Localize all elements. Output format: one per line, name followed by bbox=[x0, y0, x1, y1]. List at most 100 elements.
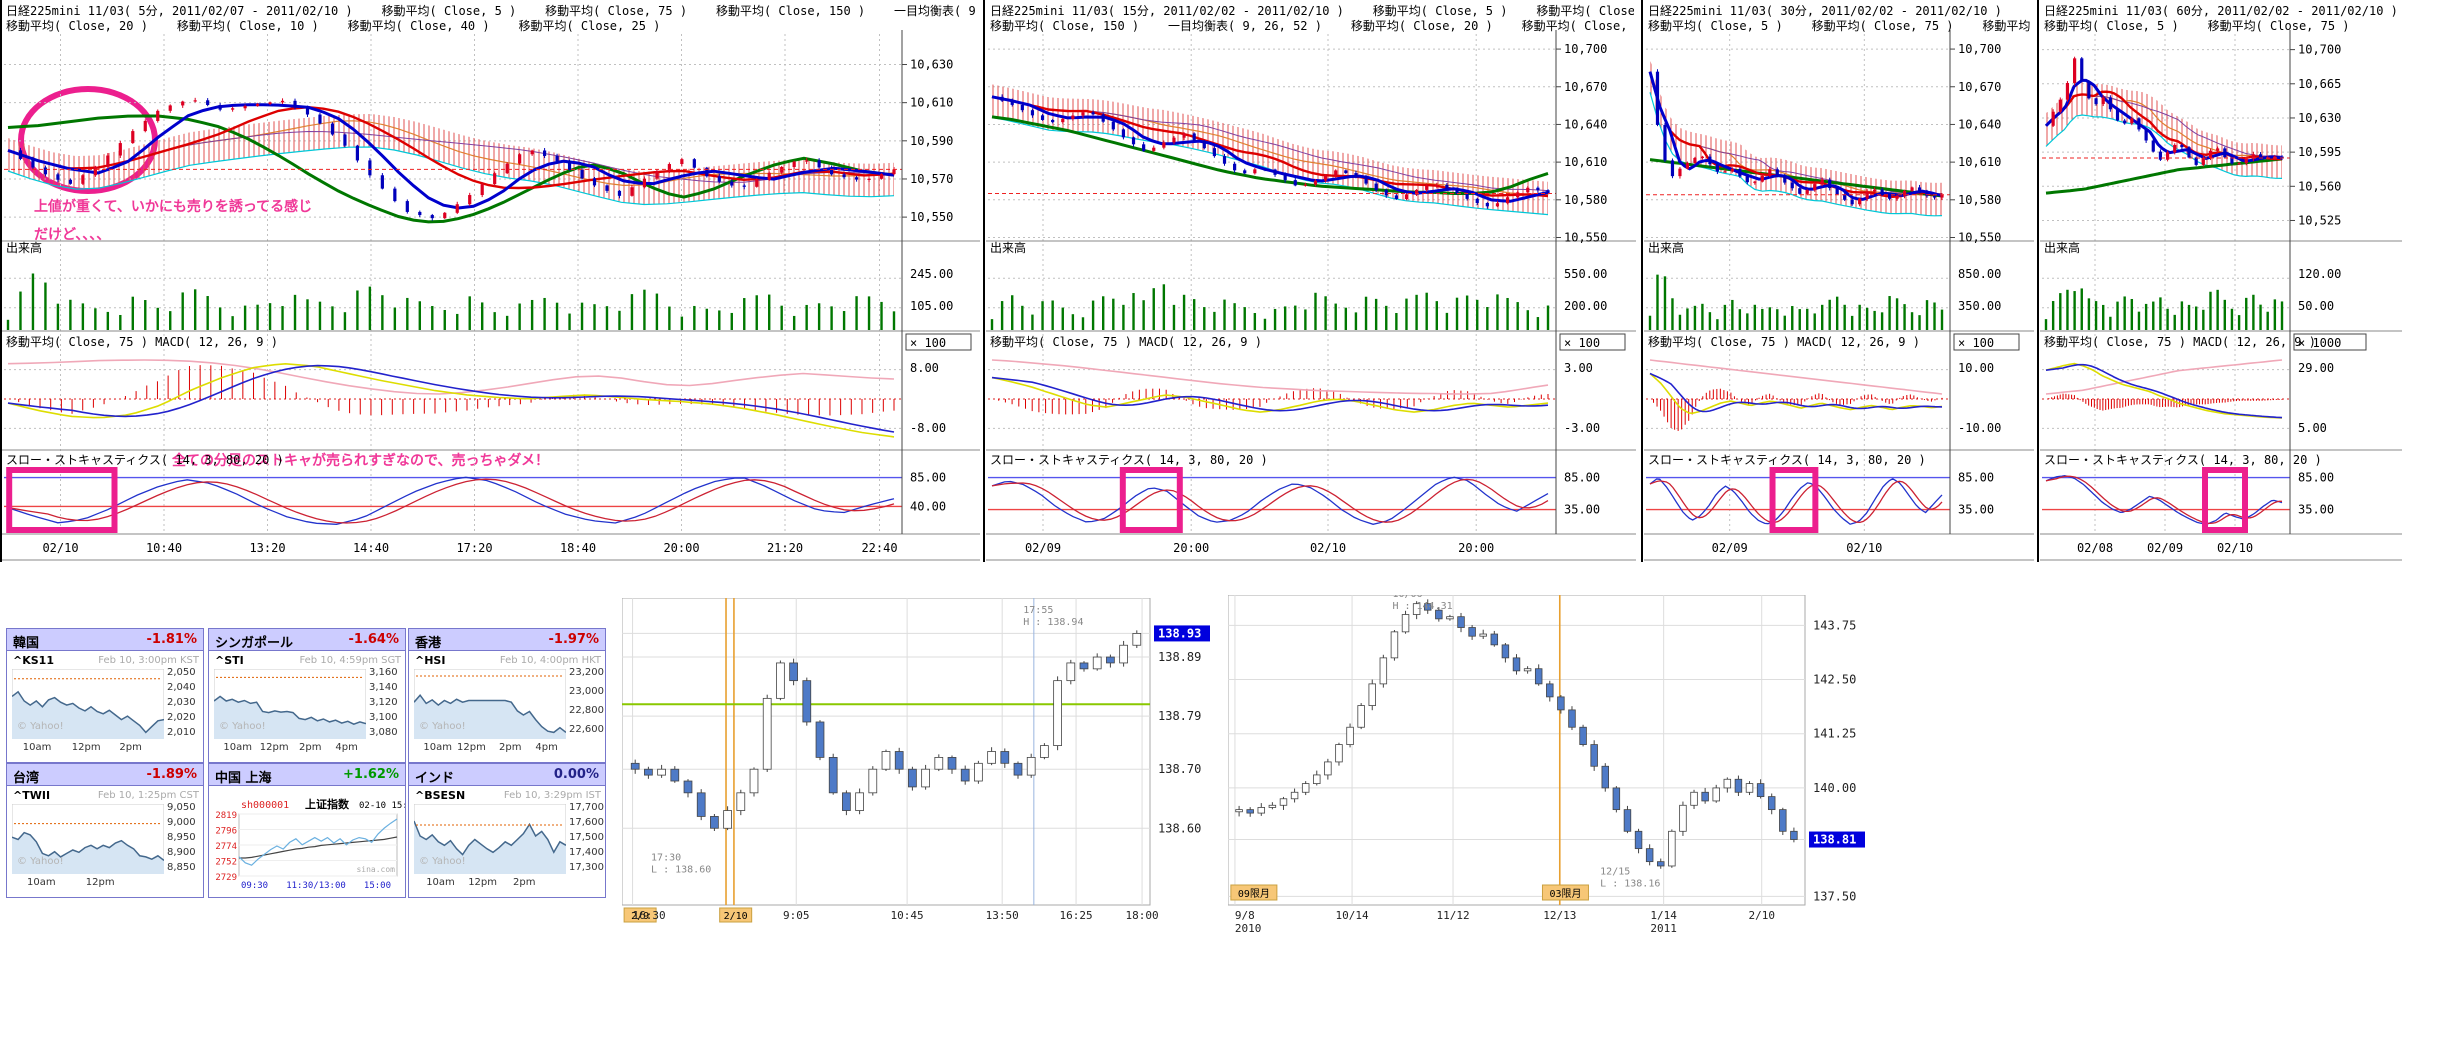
volume-tick: 550.00 bbox=[1564, 267, 1607, 281]
widget-ticker: ^HSI bbox=[415, 654, 445, 667]
widget-ytick: 23,200 bbox=[569, 667, 604, 678]
widget-ytick: 17,500 bbox=[569, 832, 604, 843]
widget-ytick: 2,050 bbox=[167, 667, 196, 678]
time-tick: 20:00 bbox=[663, 541, 699, 555]
intraday-candlestick-chart[interactable]: 2/92/10138.93138.89138.79138.70138.6016:… bbox=[622, 598, 1236, 949]
widget-ticker: ^KS11 bbox=[13, 654, 54, 667]
last-price-value: 138.81 bbox=[1813, 833, 1856, 847]
annotation: 17:30 bbox=[651, 853, 681, 864]
volume-section-label: 出来高 bbox=[2044, 240, 2080, 255]
time-tick: 02/08 bbox=[2077, 541, 2113, 555]
widget-ytick: 3,080 bbox=[369, 727, 398, 738]
date-tick: 16:25 bbox=[1060, 909, 1093, 922]
annotation: 10/06 bbox=[1392, 595, 1422, 600]
pink-highlight-box bbox=[1123, 470, 1180, 530]
volume-bars bbox=[1649, 275, 1943, 330]
market-widget-^BSESN[interactable]: インド0.00%^BSESNFeb 10, 3:29pm IST© Yahoo!… bbox=[408, 763, 606, 898]
pink-highlight-box bbox=[2205, 470, 2245, 530]
macd-tick: -3.00 bbox=[1564, 421, 1600, 435]
trading-screenshot-collage: 日経225mini 11/03( 5分, 2011/02/07 - 2011/0… bbox=[0, 0, 2452, 1040]
daily-candlestick-chart[interactable]: 09限月03限月143.75142.50141.25140.00138.8113… bbox=[1228, 595, 1891, 949]
sina-ytick: 2819 bbox=[215, 811, 237, 821]
widget-ytick: 2,010 bbox=[167, 727, 196, 738]
stoch-tick: 35.00 bbox=[1958, 503, 1994, 517]
ichimoku-cloud bbox=[992, 84, 1548, 214]
last-price-value: 138.93 bbox=[1158, 626, 1201, 640]
price-tick: 10,640 bbox=[1958, 117, 2001, 131]
sina-xtick: 11:30/13:00 bbox=[286, 881, 346, 891]
date-tick: 10:45 bbox=[891, 909, 924, 922]
widget-header: インド0.00% bbox=[409, 764, 605, 786]
date-tick: 2/10 bbox=[1748, 909, 1775, 922]
widget-header: 台湾 -1.89% bbox=[7, 764, 203, 786]
widget-timestamp: Feb 10, 3:29pm IST bbox=[504, 790, 601, 801]
price-tick: 141.25 bbox=[1813, 727, 1856, 741]
macd-layer bbox=[2042, 360, 2290, 418]
macd-tick: -10.00 bbox=[1958, 421, 2001, 435]
chart-panel-30min[interactable]: 日経225mini 11/03( 30分, 2011/02/02 - 2011/… bbox=[1644, 0, 2034, 562]
market-name: 台湾 bbox=[13, 767, 39, 786]
time-tick: 02/10 bbox=[42, 541, 78, 555]
market-change: -1.81% bbox=[147, 632, 198, 647]
sina-xtick: 09:30 bbox=[241, 881, 268, 891]
sina-ytick: 2796 bbox=[215, 827, 237, 837]
stoch-section-label: スロー・ストキャスティクス( 14, 3, 80, 20 ) bbox=[6, 453, 284, 467]
widget-ytick: 22,600 bbox=[569, 724, 604, 735]
price-tick: 138.89 bbox=[1158, 650, 1201, 664]
macd-section-label: 移動平均( Close, 75 ) MACD( 12, 26, 9 ) bbox=[990, 335, 1262, 349]
sina-ytick: 2752 bbox=[215, 858, 237, 868]
panel-divider bbox=[983, 0, 985, 562]
time-tick: 10:40 bbox=[146, 541, 182, 555]
panel-divider bbox=[1641, 0, 1643, 562]
ichimoku-cloud bbox=[8, 114, 894, 205]
volume-section-label: 出来高 bbox=[990, 240, 1026, 255]
annotation: H : 138.94 bbox=[1023, 617, 1083, 628]
market-widget-^HSI[interactable]: 香港-1.97%^HSIFeb 10, 4:00pm HKT© Yahoo!23… bbox=[408, 628, 606, 763]
time-tick: 02/09 bbox=[1712, 541, 1748, 555]
market-change: +1.62% bbox=[343, 767, 399, 782]
time-tick: 21:20 bbox=[767, 541, 803, 555]
volume-tick: 245.00 bbox=[910, 267, 953, 281]
market-change: -1.97% bbox=[549, 632, 600, 647]
time-tick: 02/09 bbox=[1025, 541, 1061, 555]
market-change: -1.89% bbox=[147, 767, 198, 782]
widget-ytick: 3,120 bbox=[369, 697, 398, 708]
price-tick: 10,700 bbox=[1564, 42, 1607, 56]
time-tick: 02/10 bbox=[1310, 541, 1346, 555]
chart-panel-15min[interactable]: 日経225mini 11/03( 15分, 2011/02/02 - 2011/… bbox=[986, 0, 1636, 562]
market-widget-sh000001[interactable]: 中国 上海+1.62%28192796277427522729sh000001上… bbox=[208, 763, 406, 898]
chart-panel-5min[interactable]: 日経225mini 11/03( 5分, 2011/02/07 - 2011/0… bbox=[2, 0, 980, 562]
price-tick: 10,580 bbox=[1958, 193, 2001, 207]
market-widget-^KS11[interactable]: 韓国-1.81%^KS11Feb 10, 3:00pm KST© Yahoo!2… bbox=[6, 628, 204, 763]
chart-canvas: 10,70010,67010,64010,61010,58010,550出来高5… bbox=[986, 0, 1636, 562]
panel-divider bbox=[2037, 0, 2039, 562]
price-tick: 140.00 bbox=[1813, 781, 1856, 795]
widget-ytick: 2,040 bbox=[167, 682, 196, 693]
market-name: シンガポール bbox=[215, 632, 293, 651]
volume-tick: 350.00 bbox=[1958, 299, 2001, 313]
widget-header: 香港-1.97% bbox=[409, 629, 605, 651]
time-tick: 02/10 bbox=[1846, 541, 1882, 555]
volume-tick: 120.00 bbox=[2298, 267, 2341, 281]
volume-section-label: 出来高 bbox=[6, 240, 42, 255]
widget-ytick: 2,020 bbox=[167, 712, 196, 723]
widget-xtick: 2pm bbox=[513, 877, 535, 888]
stoch-layer bbox=[1646, 470, 1950, 530]
chart-canvas: 10,63010,61010,59010,57010,550出来高245.001… bbox=[2, 0, 980, 562]
market-widget-^STI[interactable]: シンガポール-1.64%^STIFeb 10, 4:59pm SGT© Yaho… bbox=[208, 628, 406, 763]
market-widget-^TWII[interactable]: 台湾-1.89%^TWIIFeb 10, 1:25pm CST© Yahoo!9… bbox=[6, 763, 204, 898]
price-tick: 10,610 bbox=[1958, 155, 2001, 169]
price-tick: 138.60 bbox=[1158, 821, 1201, 835]
widget-xtick: 2pm bbox=[499, 742, 521, 753]
widget-ytick: 17,300 bbox=[569, 862, 604, 873]
widget-xtick: 12pm bbox=[468, 877, 497, 888]
volume-bars bbox=[7, 273, 895, 330]
price-tick: 137.50 bbox=[1813, 889, 1856, 903]
price-tick: 10,700 bbox=[2298, 43, 2341, 57]
price-tick: 143.75 bbox=[1813, 618, 1856, 632]
chart-canvas: 2/92/10138.93138.89138.79138.70138.6016:… bbox=[622, 598, 1236, 945]
widget-xtick: 10am bbox=[223, 742, 252, 753]
macd-tick: 29.00 bbox=[2298, 361, 2334, 375]
chart-panel-60min[interactable]: 日経225mini 11/03( 60分, 2011/02/02 - 2011/… bbox=[2040, 0, 2402, 562]
stoch-section-label: スロー・ストキャスティクス( 14, 3, 80, 20 ) bbox=[990, 453, 1268, 467]
